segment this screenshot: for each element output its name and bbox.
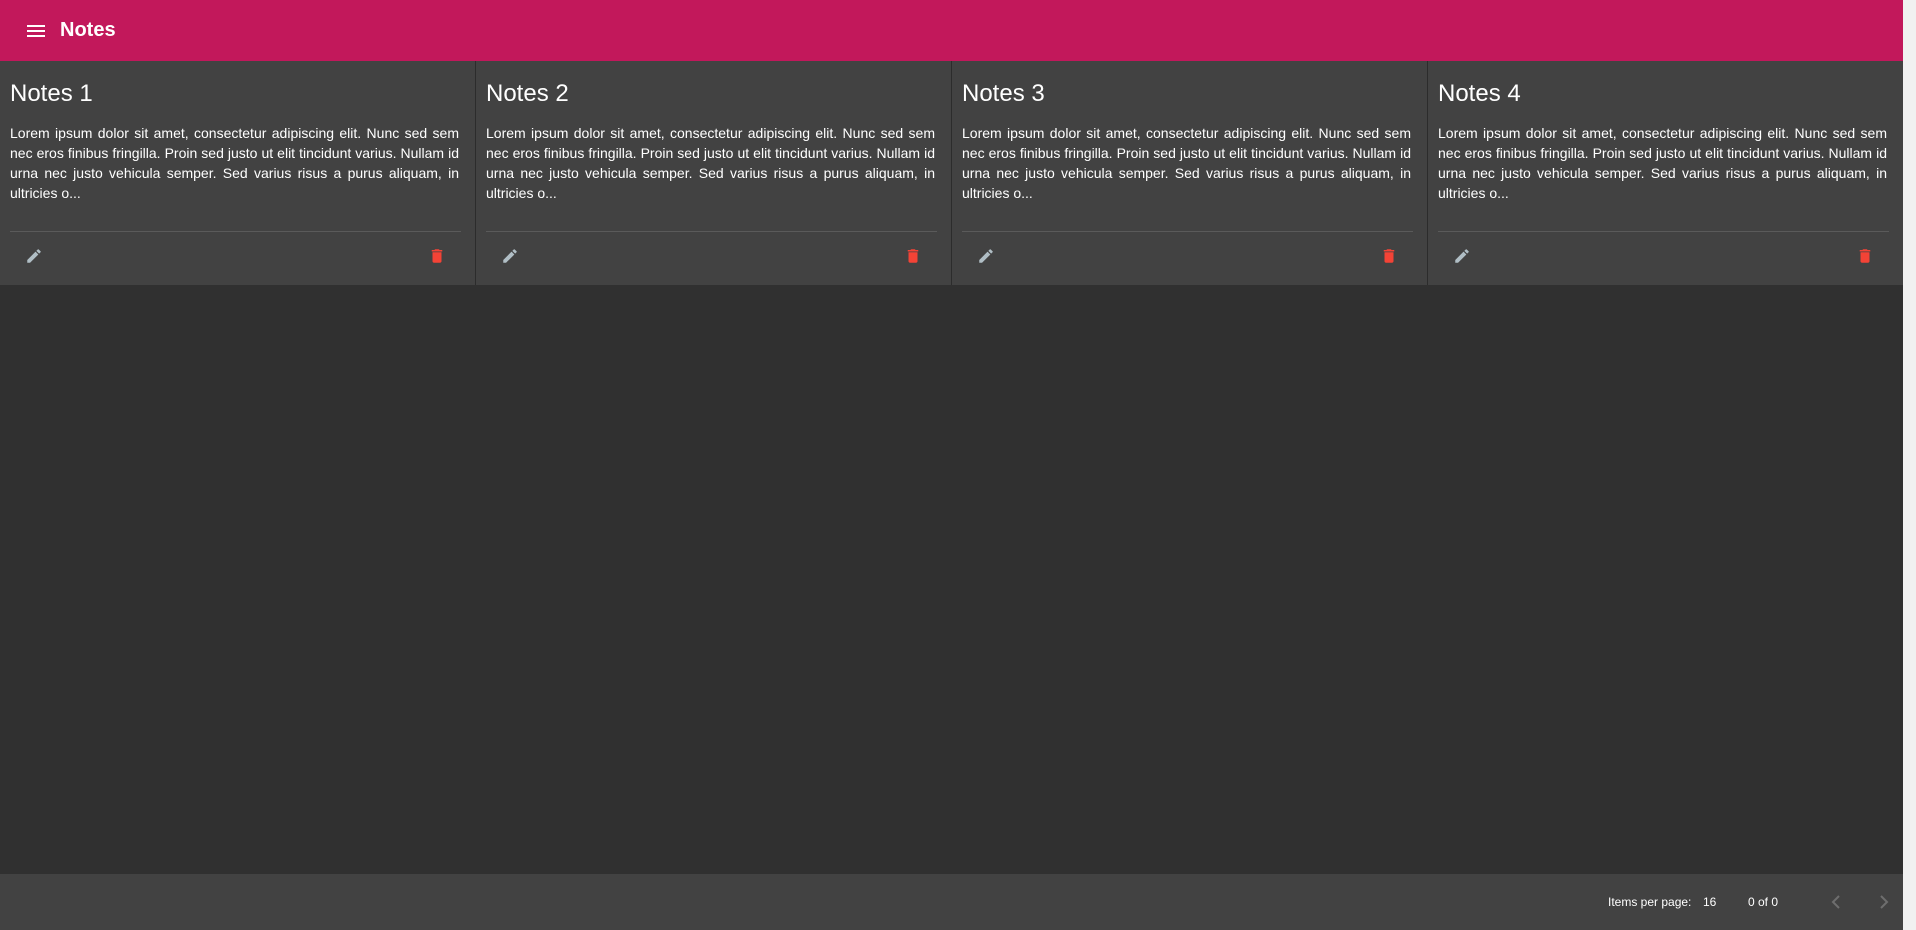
note-card: Notes 1 Lorem ipsum dolor sit amet, cons… (0, 61, 476, 285)
previous-page-button[interactable] (1824, 890, 1848, 914)
note-title: Notes 3 (962, 80, 1045, 107)
delete-note-button[interactable] (1853, 244, 1877, 268)
note-body: Lorem ipsum dolor sit amet, consectetur … (10, 125, 459, 201)
edit-note-button[interactable] (498, 244, 522, 268)
pencil-icon (1455, 249, 1469, 263)
note-title: Notes 2 (486, 80, 569, 107)
range-label: 0 of 0 (1748, 895, 1779, 909)
note-card: Notes 3 Lorem ipsum dolor sit amet, cons… (952, 61, 1428, 285)
delete-note-button[interactable] (1377, 244, 1401, 268)
notes-grid: Notes 1 Lorem ipsum dolor sit amet, cons… (0, 61, 1903, 285)
trash-icon (1859, 249, 1871, 263)
card-actions (10, 232, 461, 285)
top-toolbar: Notes (0, 0, 1903, 61)
app-title: Notes (60, 19, 116, 41)
chevron-right-icon (1880, 895, 1889, 909)
note-body: Lorem ipsum dolor sit amet, consectetur … (962, 125, 1411, 201)
card-actions (486, 232, 937, 285)
note-body: Lorem ipsum dolor sit amet, consectetur … (1438, 125, 1887, 201)
trash-icon (1383, 249, 1395, 263)
menu-icon[interactable] (24, 19, 48, 43)
edit-note-button[interactable] (1450, 244, 1474, 268)
card-actions (1438, 232, 1889, 285)
trash-icon (907, 249, 919, 263)
note-card: Notes 2 Lorem ipsum dolor sit amet, cons… (476, 61, 952, 285)
paginator: Items per page: 16 0 of 0 (0, 874, 1903, 930)
notes-app: Notes Notes 1 Lorem ipsum dolor sit amet… (0, 0, 1916, 930)
trash-icon (431, 249, 443, 263)
chevron-left-icon (1831, 895, 1840, 909)
note-title: Notes 1 (10, 80, 93, 107)
note-body: Lorem ipsum dolor sit amet, consectetur … (486, 125, 935, 201)
edit-note-button[interactable] (974, 244, 998, 268)
pencil-icon (503, 249, 517, 263)
delete-note-button[interactable] (425, 244, 449, 268)
next-page-button[interactable] (1872, 890, 1896, 914)
note-title: Notes 4 (1438, 80, 1521, 107)
pencil-icon (979, 249, 993, 263)
note-card: Notes 4 Lorem ipsum dolor sit amet, cons… (1428, 61, 1903, 285)
delete-note-button[interactable] (901, 244, 925, 268)
edit-note-button[interactable] (22, 244, 46, 268)
pencil-icon (27, 249, 41, 263)
items-per-page-label: Items per page: (1608, 895, 1692, 909)
vertical-scrollbar[interactable] (1903, 0, 1916, 930)
card-actions (962, 232, 1413, 285)
page-size-select[interactable]: 16 (1703, 895, 1716, 909)
